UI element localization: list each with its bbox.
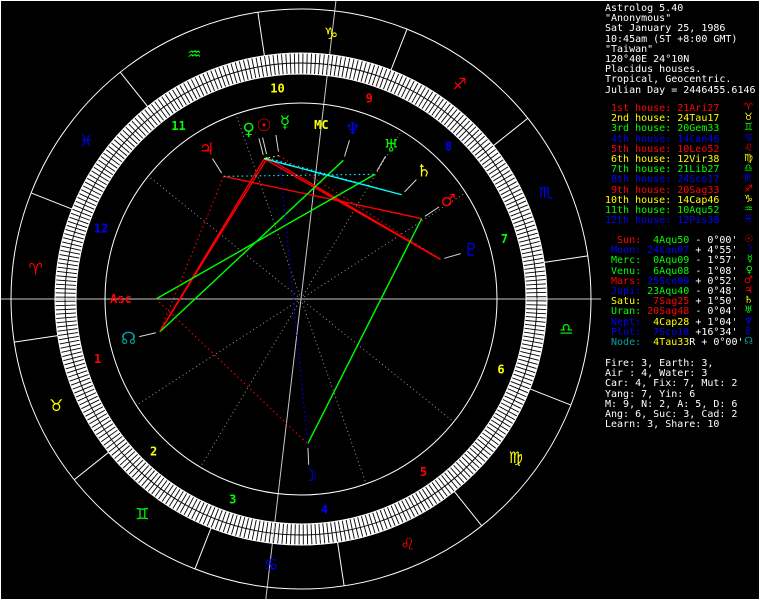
sign-glyph-virgo: ♍ bbox=[509, 448, 523, 467]
sign-divider bbox=[257, 12, 265, 56]
planet-glyph-mars: ♂ bbox=[441, 191, 456, 211]
stats-text: Learn: 3, Share: 10 bbox=[605, 419, 720, 431]
degree-tick bbox=[306, 53, 308, 75]
sign-divider bbox=[73, 451, 109, 481]
sign-glyph-aquarius: ♒ bbox=[187, 45, 201, 64]
planet-position-list: Sun: 4Aqu50 - 0°00' ☉ Moon: 24Can07 + 4°5… bbox=[605, 234, 757, 348]
sign-divider bbox=[529, 388, 572, 406]
sign-glyph-cancer: ♋ bbox=[264, 555, 278, 574]
sign-glyph-capricorn: ♑ bbox=[324, 24, 338, 43]
sign-glyph-leo: ♌ bbox=[401, 534, 415, 553]
house-cusp-text: 12th house: 12Pis38 bbox=[605, 215, 720, 227]
sign-glyph-taurus: ♉ bbox=[49, 396, 63, 415]
sign-divider bbox=[30, 192, 73, 210]
house-cusp-list: 1st house: 21Ari27 ♈ 2nd house: 24Tau17 ♉ … bbox=[605, 102, 757, 227]
planet-name: Node: bbox=[605, 336, 642, 348]
planet-glyph-node: ☊ bbox=[121, 329, 136, 349]
planet-row: Node: 4Tau33R + 0°00' ☊ bbox=[605, 335, 757, 348]
sign-glyph-libra: ♎ bbox=[559, 319, 573, 338]
planet-position: 4Tau33 bbox=[641, 336, 690, 348]
sign-glyph-gemini: ♊ bbox=[135, 504, 149, 523]
sign-glyph-sagittarius: ♐ bbox=[452, 75, 466, 94]
element-tally-list: Fire: 3, Earth: 3, Air : 4, Water: 3 Car: … bbox=[605, 358, 757, 430]
asc-label: Asc bbox=[110, 292, 132, 306]
planet-velocity: + 0°00' bbox=[695, 336, 744, 348]
house-number-11: 11 bbox=[171, 119, 185, 133]
degree-tick bbox=[55, 292, 77, 294]
degree-tick bbox=[525, 291, 547, 294]
planet-glyph-mercury: ☿ bbox=[280, 113, 290, 133]
sign-divider bbox=[194, 527, 212, 570]
planet-icon: ♅ bbox=[744, 305, 753, 317]
stats-line-6: Learn: 3, Share: 10 bbox=[605, 420, 757, 430]
degree-tick bbox=[525, 304, 547, 306]
planet-glyph-uranus: ♅ bbox=[384, 137, 399, 157]
house-number-7: 7 bbox=[501, 232, 508, 246]
zodiac-sign-icon: ♓ bbox=[744, 214, 753, 226]
sign-divider bbox=[119, 71, 149, 107]
planet-icon: ☊ bbox=[744, 335, 753, 347]
house-number-6: 6 bbox=[497, 362, 504, 376]
house-number-4: 4 bbox=[321, 503, 328, 517]
sign-divider bbox=[390, 28, 408, 71]
planet-glyph-moon: ☽ bbox=[302, 466, 317, 486]
house-number-12: 12 bbox=[94, 222, 108, 236]
house-number-10: 10 bbox=[270, 81, 284, 95]
header-line-8: Julian Day = 2446455.6146 bbox=[605, 84, 757, 96]
house-number-1: 1 bbox=[94, 352, 101, 366]
sign-divider bbox=[337, 542, 345, 586]
planet-glyph-pluto: ♇ bbox=[464, 241, 479, 261]
sign-glyph-scorpio: ♏ bbox=[539, 183, 553, 202]
aspect-line-venus-sun bbox=[264, 157, 268, 160]
zodiac-sign-icon: ♏ bbox=[744, 173, 753, 185]
sign-glyph-pisces: ♓ bbox=[79, 131, 93, 150]
planet-glyph-sun: ☉ bbox=[256, 116, 271, 136]
planet-glyph-venus: ♀ bbox=[242, 120, 254, 140]
sign-divider bbox=[14, 335, 58, 343]
sign-divider bbox=[544, 255, 588, 263]
header-text: Julian Day = 2446455.6146 bbox=[605, 84, 756, 96]
sign-glyph-aries: ♈ bbox=[29, 260, 43, 279]
degree-tick bbox=[55, 304, 77, 307]
house-number-2: 2 bbox=[150, 444, 157, 458]
house-number-8: 8 bbox=[445, 140, 452, 154]
degree-tick bbox=[294, 523, 296, 545]
planet-glyph-saturn: ♄ bbox=[416, 162, 431, 182]
chart-wheel: ♈♉♊♋♌♍♎♏♐♑♒♓123456789101112☉☽☿♀♂♃♄♅♆♇☊As… bbox=[1, 1, 601, 599]
planet-glyph-neptune: ♆ bbox=[345, 120, 360, 140]
house-number-5: 5 bbox=[420, 465, 427, 479]
house-number-9: 9 bbox=[366, 91, 373, 105]
degree-tick bbox=[293, 53, 296, 75]
chart-info-header: Astrolog 5.40 "Anonymous" Sat January 25, … bbox=[605, 3, 757, 96]
astrolog-window: ♈ ♉ ♊ ♋ ♌ ♍ ♎ ♏ ♐ ♑ ♒ ♓ 1 2 3 4 5 6 7 8 9 10 11 12 ☉ ☽ ☿ ♀ ♂ ♃ ♄ ♅ ♆ ♇ ☊ As… bbox=[0, 0, 760, 600]
mc-label: MC bbox=[314, 118, 328, 132]
house-number-3: 3 bbox=[229, 493, 236, 507]
house-row: 12th house: 12Pis38 ♓ bbox=[605, 214, 757, 227]
planet-glyph-jupiter: ♃ bbox=[199, 139, 214, 159]
degree-tick bbox=[306, 523, 309, 545]
sign-divider bbox=[493, 117, 529, 147]
sign-divider bbox=[453, 491, 483, 527]
